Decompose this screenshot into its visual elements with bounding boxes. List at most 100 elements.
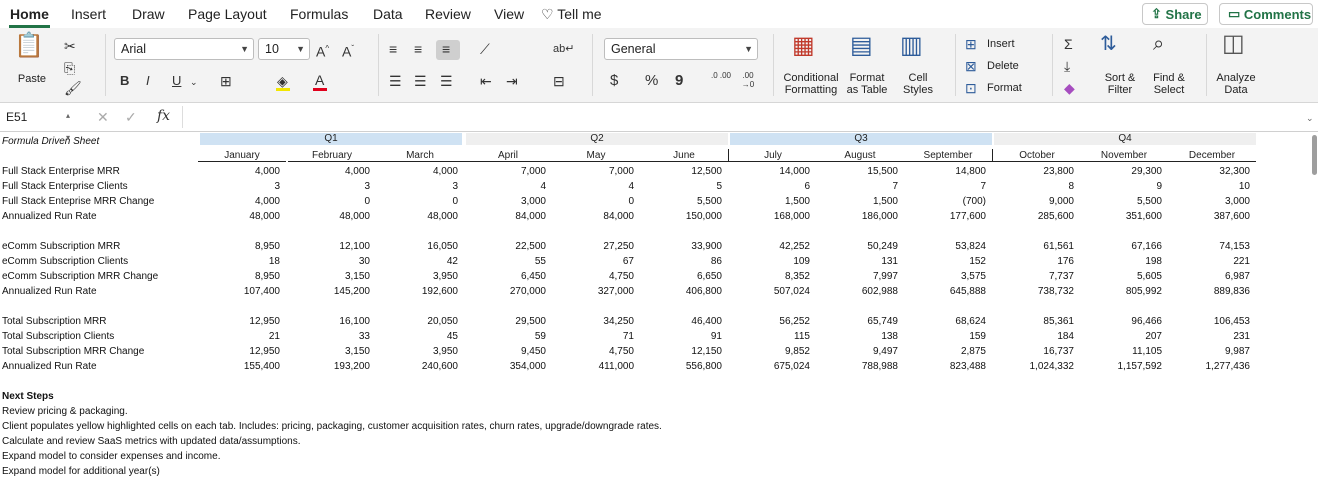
table-cell[interactable]: 56,252 [740, 316, 810, 328]
table-cell[interactable]: 8,352 [740, 271, 810, 283]
table-cell[interactable]: 7,737 [1004, 271, 1074, 283]
table-cell[interactable]: 788,988 [828, 361, 898, 373]
table-cell[interactable]: 9,000 [1004, 196, 1074, 208]
table-cell[interactable]: 65,749 [828, 316, 898, 328]
table-cell[interactable]: 59 [476, 331, 546, 343]
table-cell[interactable]: 42,252 [740, 241, 810, 253]
align-middle-icon[interactable]: ≡ [414, 41, 422, 57]
table-cell[interactable]: 1,500 [740, 196, 810, 208]
month-header-february[interactable]: February [288, 149, 376, 162]
table-cell[interactable]: 3,950 [388, 271, 458, 283]
row-label[interactable]: Total Subscription MRR Change [2, 346, 144, 358]
formula-input[interactable] [182, 106, 1315, 128]
table-cell[interactable]: 4,750 [564, 271, 634, 283]
table-cell[interactable]: 207 [1092, 331, 1162, 343]
table-cell[interactable]: 48,000 [388, 211, 458, 223]
table-cell[interactable]: 12,950 [210, 346, 280, 358]
table-cell[interactable]: 738,732 [1004, 286, 1074, 298]
table-cell[interactable]: 9,852 [740, 346, 810, 358]
table-cell[interactable]: 0 [300, 196, 370, 208]
table-cell[interactable]: 7 [916, 181, 986, 193]
table-cell[interactable]: 109 [740, 256, 810, 268]
analyze-data-label[interactable]: Analyze Data [1212, 72, 1260, 96]
clear-icon[interactable]: ◆ [1064, 80, 1075, 96]
table-cell[interactable]: 138 [828, 331, 898, 343]
table-cell[interactable]: 351,600 [1092, 211, 1162, 223]
table-cell[interactable]: 131 [828, 256, 898, 268]
table-cell[interactable]: 16,050 [388, 241, 458, 253]
table-cell[interactable]: 42 [388, 256, 458, 268]
table-cell[interactable]: 84,000 [564, 211, 634, 223]
decrease-indent-icon[interactable]: ⇤ [480, 73, 492, 89]
analyze-data-icon[interactable]: ◫ [1222, 32, 1245, 56]
row-label[interactable]: eComm Subscription Clients [2, 256, 128, 268]
table-cell[interactable]: 48,000 [210, 211, 280, 223]
table-cell[interactable]: 4 [564, 181, 634, 193]
table-cell[interactable]: 602,988 [828, 286, 898, 298]
next-step-item[interactable]: Expand model for additional year(s) [2, 466, 160, 478]
table-cell[interactable]: 270,000 [476, 286, 546, 298]
month-header-march[interactable]: March [376, 149, 464, 162]
table-cell[interactable]: 823,488 [916, 361, 986, 373]
table-cell[interactable]: 9 [1092, 181, 1162, 193]
table-cell[interactable]: 675,024 [740, 361, 810, 373]
table-cell[interactable]: 145,200 [300, 286, 370, 298]
table-cell[interactable]: 4,000 [210, 166, 280, 178]
table-cell[interactable]: 15,500 [828, 166, 898, 178]
cell-styles-label[interactable]: Cell Styles [898, 72, 938, 96]
table-cell[interactable]: 152 [916, 256, 986, 268]
table-cell[interactable]: 5,500 [652, 196, 722, 208]
orientation-icon[interactable]: ⟋ [480, 41, 490, 57]
table-cell[interactable]: 71 [564, 331, 634, 343]
table-cell[interactable]: 805,992 [1092, 286, 1162, 298]
underline-button[interactable]: U [172, 73, 181, 89]
table-cell[interactable]: 1,277,436 [1180, 361, 1251, 373]
format-cells-label[interactable]: Format [987, 82, 1022, 94]
table-cell[interactable]: 327,000 [564, 286, 634, 298]
quarter-header-q4[interactable]: Q4 [994, 133, 1256, 145]
comma-style-button[interactable]: 9 [675, 73, 683, 89]
table-cell[interactable]: 7 [828, 181, 898, 193]
table-cell[interactable]: 198 [1092, 256, 1162, 268]
next-step-item[interactable]: Expand model to consider expenses and in… [2, 451, 220, 463]
table-cell[interactable]: 176 [1004, 256, 1074, 268]
table-cell[interactable]: 0 [388, 196, 458, 208]
increase-font-icon[interactable]: A^ [316, 41, 329, 60]
table-cell[interactable]: 4,000 [388, 166, 458, 178]
table-cell[interactable]: 3 [388, 181, 458, 193]
table-cell[interactable]: 34,250 [564, 316, 634, 328]
sort-filter-icon[interactable]: ⇅ [1100, 34, 1117, 54]
table-cell[interactable]: 67 [564, 256, 634, 268]
table-cell[interactable]: 33 [300, 331, 370, 343]
table-cell[interactable]: 33,900 [652, 241, 722, 253]
table-cell[interactable]: 29,300 [1092, 166, 1162, 178]
table-cell[interactable]: 889,836 [1180, 286, 1250, 298]
table-cell[interactable]: 67,166 [1092, 241, 1162, 253]
paste-label[interactable]: Paste [14, 73, 50, 85]
table-cell[interactable]: 6,650 [652, 271, 722, 283]
find-select-label[interactable]: Find & Select [1148, 72, 1190, 96]
comments-button[interactable]: ▭ Comments [1219, 3, 1313, 25]
table-cell[interactable]: 231 [1180, 331, 1250, 343]
table-cell[interactable]: 85,361 [1004, 316, 1074, 328]
row-label[interactable]: eComm Subscription MRR Change [2, 271, 158, 283]
table-cell[interactable]: 12,100 [300, 241, 370, 253]
format-painter-icon[interactable]: 🖌 [64, 80, 82, 96]
table-cell[interactable]: 68,624 [916, 316, 986, 328]
chevron-down-icon[interactable]: ⌄ [1306, 110, 1314, 126]
table-cell[interactable]: 3,950 [388, 346, 458, 358]
cancel-icon[interactable]: ✕ [97, 109, 109, 125]
wrap-text-icon[interactable]: ab↵ [553, 41, 574, 57]
bold-button[interactable]: B [120, 73, 129, 89]
table-cell[interactable]: 9,987 [1180, 346, 1250, 358]
format-as-table-icon[interactable]: ▤ [850, 34, 873, 58]
table-cell[interactable]: 16,100 [300, 316, 370, 328]
table-cell[interactable]: 3,150 [300, 271, 370, 283]
table-cell[interactable]: 6,987 [1180, 271, 1250, 283]
conditional-formatting-label[interactable]: Conditional Formatting [778, 72, 844, 96]
table-cell[interactable]: 14,800 [916, 166, 986, 178]
row-label[interactable]: Full Stack Enterprise Clients [2, 181, 128, 193]
table-cell[interactable]: 168,000 [740, 211, 810, 223]
row-label[interactable]: Total Subscription MRR [2, 316, 106, 328]
table-cell[interactable]: 4,000 [300, 166, 370, 178]
